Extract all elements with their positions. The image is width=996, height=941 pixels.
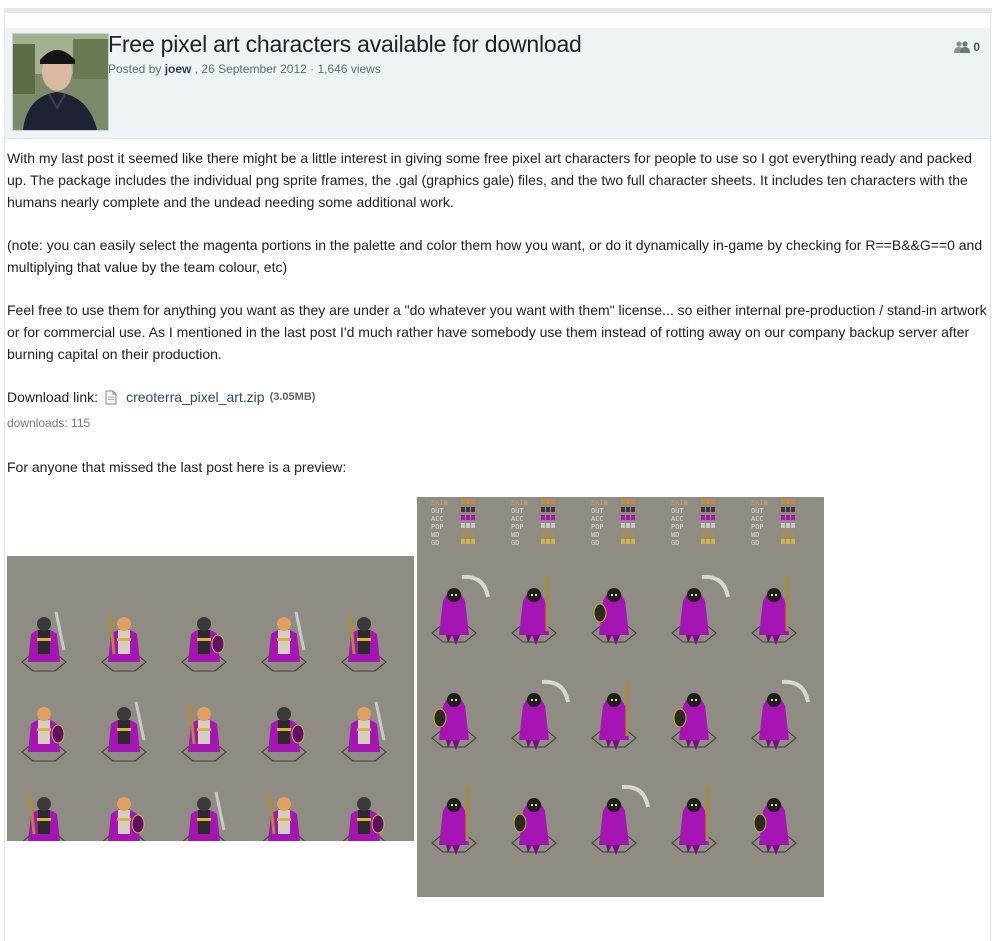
post-header: Free pixel art characters available for … xyxy=(5,28,990,139)
palette-label: SKIN xyxy=(591,499,608,507)
palette-label: GD xyxy=(591,539,599,547)
palette-label: GD xyxy=(751,539,759,547)
palette-label: SKIN xyxy=(511,499,528,507)
palette-label: ACC xyxy=(511,515,524,523)
palette-label: ACC xyxy=(431,515,444,523)
character-sprite xyxy=(751,577,797,645)
reputation-badge[interactable]: 0 xyxy=(954,40,980,54)
palette-label: POP xyxy=(671,523,684,531)
palette-label: ACC xyxy=(671,515,684,523)
palette-label: OUT xyxy=(751,507,764,515)
character-sprite xyxy=(591,784,650,855)
character-sprite xyxy=(21,707,67,762)
undead-sprite-sheet: SKIN OUT ACC POP WD GD SKIN OUT ACC POP WD GD SKIN OU… xyxy=(417,497,824,897)
post-date-views: , 26 September 2012 · 1,646 views xyxy=(194,62,381,76)
paragraph-note: (note: you can easily select the magenta… xyxy=(7,237,983,275)
avatar-photo xyxy=(13,34,108,130)
palette-label: SKIN xyxy=(671,499,688,507)
character-sprite xyxy=(751,798,797,855)
character-sprite xyxy=(261,611,307,672)
character-sprite xyxy=(671,693,717,750)
character-sprite xyxy=(431,693,477,750)
character-sprite xyxy=(21,611,67,672)
humans-sprite-sheet xyxy=(7,556,414,852)
humans-sprite-sheet-image xyxy=(21,611,387,852)
character-sprite xyxy=(101,797,147,852)
palette-label: POP xyxy=(511,523,524,531)
palette-label: GD xyxy=(671,539,679,547)
palette-label: GD xyxy=(431,539,439,547)
palette-label: OUT xyxy=(591,507,604,515)
download-size: (3.05MB) xyxy=(269,391,316,403)
character-sprite xyxy=(511,577,557,645)
download-label: Download link: xyxy=(7,389,99,405)
character-sprite xyxy=(101,613,147,672)
character-sprite xyxy=(511,679,570,750)
character-sprite xyxy=(671,574,730,645)
people-icon xyxy=(954,41,971,53)
character-sprite xyxy=(181,617,227,672)
paragraph-intro: With my last post it seemed like there m… xyxy=(7,150,972,210)
palette-label: OUT xyxy=(671,507,684,515)
palette-label: ACC xyxy=(591,515,604,523)
palette-label: WD xyxy=(431,531,439,539)
undead-sprite-sheet-image: SKINOUTACCPOPWDGDSKINOUTACCPOPWDGDSKINOU… xyxy=(431,499,810,855)
file-icon xyxy=(105,390,117,404)
character-sprite xyxy=(261,793,307,852)
character-sprite xyxy=(431,787,477,855)
palette-label: GD xyxy=(511,539,519,547)
download-count: downloads: 115 xyxy=(7,416,91,430)
palette-label: WD xyxy=(671,531,679,539)
reputation-count: 0 xyxy=(973,40,980,54)
character-sprite xyxy=(21,793,67,852)
character-sprite xyxy=(101,701,147,762)
post-title: Free pixel art characters available for … xyxy=(108,31,582,57)
character-sprite xyxy=(591,682,637,750)
palette-label: SKIN xyxy=(751,499,768,507)
character-sprite xyxy=(181,791,227,852)
palette-label: OUT xyxy=(431,507,444,515)
palette-label: POP xyxy=(751,523,764,531)
character-sprite xyxy=(261,707,307,762)
posted-by-label: Posted by xyxy=(108,62,162,76)
character-sprite xyxy=(591,588,637,645)
palette-label: WD xyxy=(511,531,519,539)
character-sprite xyxy=(671,787,717,855)
author-link[interactable]: joew xyxy=(165,62,192,76)
palette-label: SKIN xyxy=(431,499,448,507)
author-avatar[interactable] xyxy=(12,33,109,131)
palette-label: POP xyxy=(431,523,444,531)
character-sprite xyxy=(181,703,227,762)
download-line: Download link: creoterra_pixel_art.zip (… xyxy=(7,386,315,408)
character-sprite xyxy=(341,701,387,762)
character-sprite xyxy=(341,613,387,672)
download-file-link[interactable]: creoterra_pixel_art.zip xyxy=(126,386,265,408)
character-sprite xyxy=(511,798,557,855)
palette-label: POP xyxy=(591,523,604,531)
paragraph-license: Feel free to use them for anything you w… xyxy=(7,302,987,362)
post-meta: Posted by joew , 26 September 2012 · 1,6… xyxy=(108,62,381,76)
character-sprite xyxy=(341,797,387,852)
character-sprite xyxy=(431,574,490,645)
palette-label: WD xyxy=(751,531,759,539)
palette-label: WD xyxy=(591,531,599,539)
paragraph-preview: For anyone that missed the last post her… xyxy=(7,459,347,475)
palette-label: OUT xyxy=(511,507,524,515)
character-sprite xyxy=(751,679,810,750)
palette-label: ACC xyxy=(751,515,764,523)
